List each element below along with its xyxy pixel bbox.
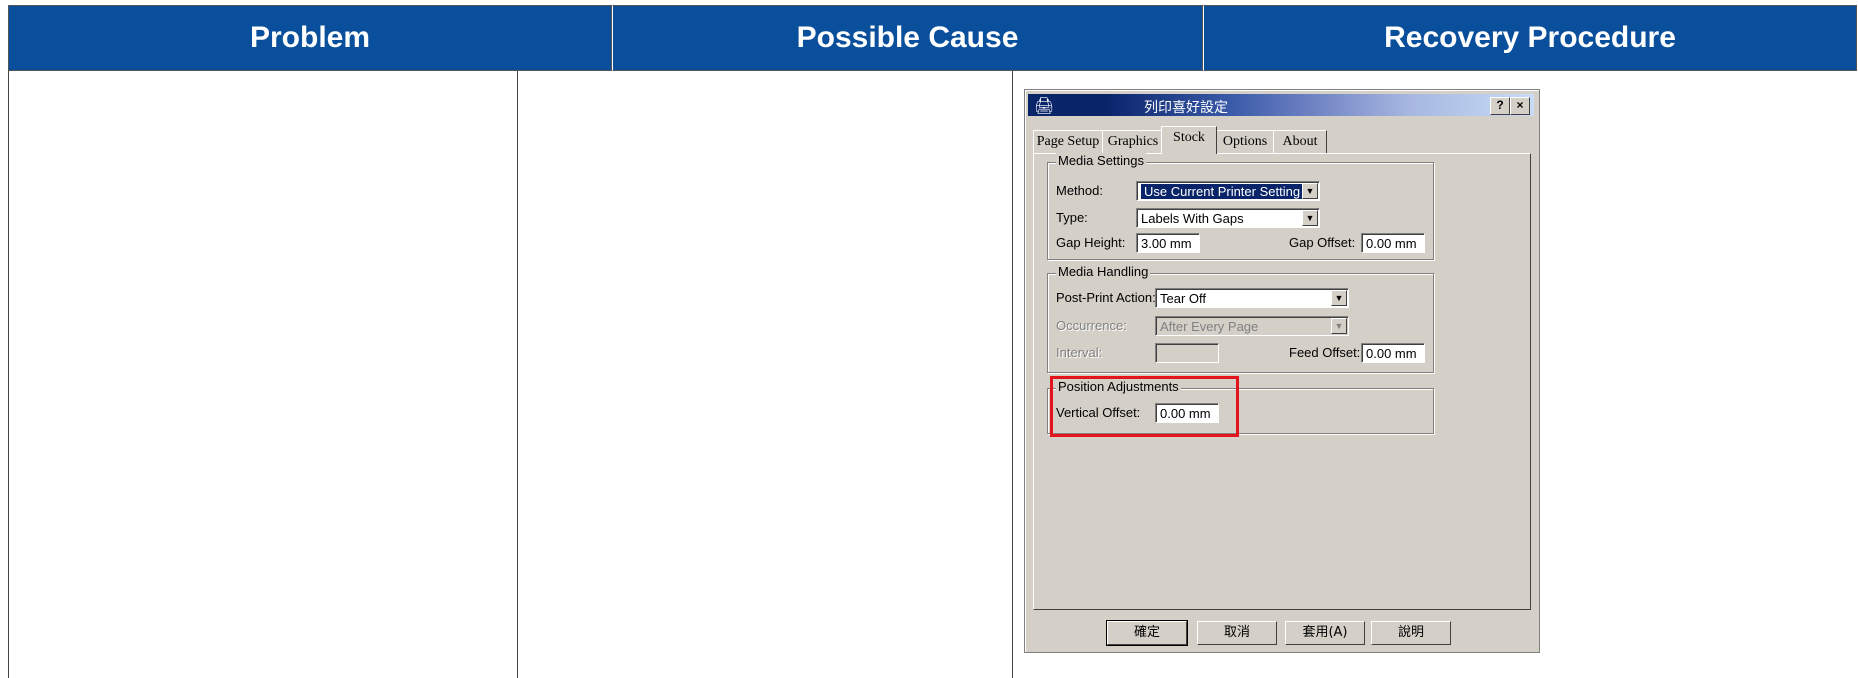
title-bar: 🖨 列印喜好設定 ? × xyxy=(1028,94,1534,116)
header-problem: Problem xyxy=(8,5,612,71)
post-print-action-label: Post-Print Action: xyxy=(1056,290,1156,305)
printing-preferences-dialog: 🖨 列印喜好設定 ? × Page Setup Graphics Stock O… xyxy=(1024,89,1540,653)
table-divider-2 xyxy=(1012,71,1013,678)
apply-button[interactable]: 套用(A) xyxy=(1285,621,1365,645)
tab-options[interactable]: Options xyxy=(1216,130,1274,154)
type-selected-value: Labels With Gaps xyxy=(1141,211,1244,226)
type-select[interactable]: Labels With Gaps ▼ xyxy=(1136,208,1320,228)
cancel-button[interactable]: 取消 xyxy=(1197,621,1277,645)
header-recovery-procedure: Recovery Procedure xyxy=(1203,5,1857,71)
chevron-down-icon[interactable]: ▼ xyxy=(1331,290,1347,306)
table-divider-1 xyxy=(517,71,518,678)
close-icon[interactable]: × xyxy=(1510,97,1530,115)
interval-input xyxy=(1155,343,1219,363)
method-selected-value: Use Current Printer Setting xyxy=(1141,184,1304,199)
gap-offset-input[interactable]: 0.00 mm xyxy=(1361,233,1425,253)
tab-graphics[interactable]: Graphics xyxy=(1102,130,1164,154)
type-label: Type: xyxy=(1056,210,1088,225)
tab-about[interactable]: About xyxy=(1273,130,1327,154)
post-print-action-value: Tear Off xyxy=(1160,291,1207,306)
post-print-action-select[interactable]: Tear Off ▼ xyxy=(1155,288,1349,308)
method-select[interactable]: Use Current Printer Setting ▼ xyxy=(1136,181,1320,201)
header-possible-cause: Possible Cause xyxy=(612,5,1203,71)
troubleshooting-table: Problem Possible Cause Recovery Procedur… xyxy=(8,5,1857,678)
help-button[interactable]: 說明 xyxy=(1371,621,1451,645)
chevron-down-icon[interactable]: ▼ xyxy=(1302,210,1318,226)
method-label: Method: xyxy=(1056,183,1103,198)
gap-height-input[interactable]: 3.00 mm xyxy=(1136,233,1200,253)
dialog-title: 列印喜好設定 xyxy=(1144,100,1228,116)
interval-label: Interval: xyxy=(1056,345,1103,360)
ok-button[interactable]: 確定 xyxy=(1106,620,1188,646)
chevron-down-icon: ▼ xyxy=(1331,318,1347,334)
gap-height-label: Gap Height: xyxy=(1056,235,1126,250)
vertical-offset-highlight-box xyxy=(1050,376,1239,437)
printer-icon: 🖨 xyxy=(1034,98,1055,115)
chevron-down-icon[interactable]: ▼ xyxy=(1302,183,1318,199)
gap-offset-label: Gap Offset: xyxy=(1289,235,1356,250)
media-settings-group: Media Settings Method: Use Current Print… xyxy=(1047,153,1434,260)
tab-page-setup[interactable]: Page Setup xyxy=(1033,130,1103,154)
media-handling-group: Media Handling Post-Print Action: Tear O… xyxy=(1047,264,1434,373)
occurrence-select: After Every Page ▼ xyxy=(1155,316,1349,336)
media-settings-legend: Media Settings xyxy=(1056,153,1146,168)
occurrence-value: After Every Page xyxy=(1160,319,1259,334)
occurrence-label: Occurrence: xyxy=(1056,318,1127,333)
tab-stock[interactable]: Stock xyxy=(1161,126,1217,154)
media-handling-legend: Media Handling xyxy=(1056,264,1151,279)
table-border-left xyxy=(8,71,9,678)
help-icon[interactable]: ? xyxy=(1490,97,1510,115)
feed-offset-label: Feed Offset: xyxy=(1289,345,1361,360)
feed-offset-input[interactable]: 0.00 mm xyxy=(1361,343,1425,363)
